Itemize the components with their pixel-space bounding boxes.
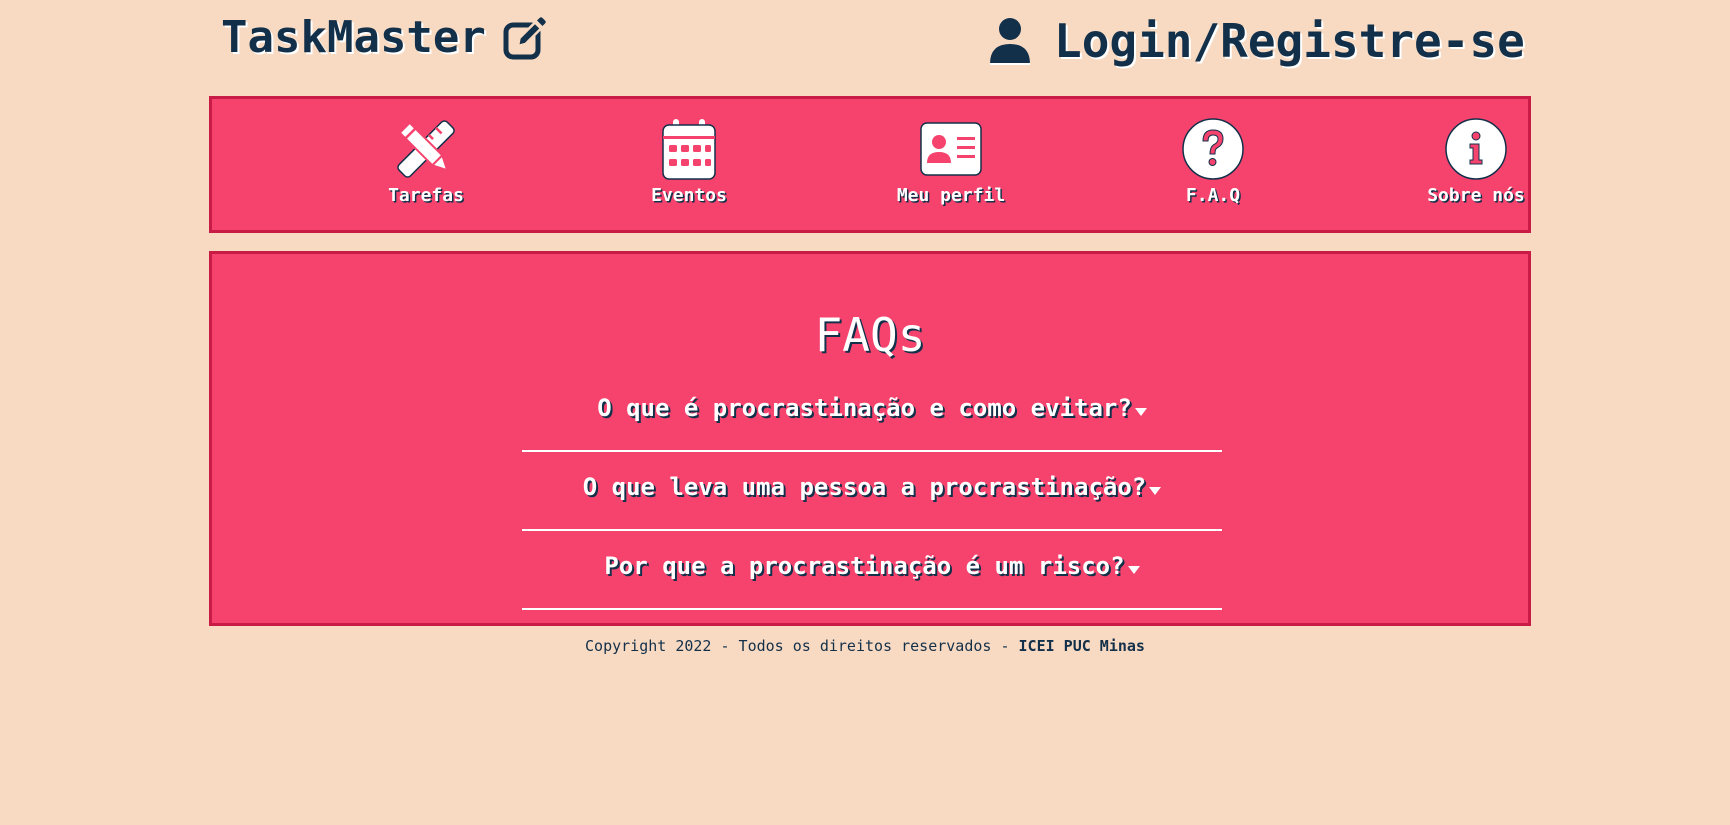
faq-question-1[interactable]: O que é procrastinação e como evitar? — [522, 394, 1222, 452]
user-icon — [990, 18, 1030, 65]
brand-title: TaskMaster — [221, 12, 486, 63]
nav-label-tarefas: Tarefas — [388, 185, 464, 206]
faq-title: FAQs — [814, 308, 926, 362]
footer: Copyright 2022 - Todos os direitos reser… — [0, 637, 1730, 655]
footer-copyright: Copyright 2022 - Todos os direitos reser… — [585, 637, 1019, 655]
login-register-link[interactable]: Login/Registre-se — [988, 14, 1525, 68]
faq-question-3[interactable]: Por que a procrastinação é um risco? — [522, 552, 1222, 610]
caret-down-icon — [1127, 566, 1140, 574]
caret-down-icon — [1134, 408, 1147, 416]
id-card-icon — [920, 122, 982, 176]
top-bar: TaskMaster Login/Registre-se — [0, 0, 1730, 90]
faq-question-text: O que leva uma pessoa a procrastinação? — [582, 473, 1147, 501]
faq-panel: FAQs O que é procrastinação e como evita… — [209, 251, 1531, 626]
faq-question-text: Por que a procrastinação é um risco? — [604, 552, 1125, 580]
edit-icon — [503, 16, 546, 59]
nav-item-meu-perfil[interactable]: Meu perfil — [871, 117, 1031, 206]
question-circle-icon — [1182, 118, 1244, 180]
nav-item-tarefas[interactable]: Tarefas — [346, 117, 506, 206]
login-label: Login/Registre-se — [1054, 14, 1525, 68]
info-circle-icon — [1445, 118, 1507, 180]
nav-label-sobre-nos: Sobre nós — [1427, 185, 1525, 206]
nav-item-faq[interactable]: F.A.Q — [1133, 117, 1293, 206]
calendar-icon — [662, 119, 716, 180]
pencil-ruler-icon — [397, 120, 455, 178]
faq-question-2[interactable]: O que leva uma pessoa a procrastinação? — [522, 473, 1222, 531]
caret-down-icon — [1149, 487, 1162, 495]
main-nav: Tarefas Eventos Meu perfil F.A.Q Sobre n… — [209, 96, 1531, 233]
nav-label-meu-perfil: Meu perfil — [896, 185, 1006, 206]
faq-question-text: O que é procrastinação e como evitar? — [597, 394, 1132, 422]
brand-link[interactable]: TaskMaster — [221, 12, 546, 63]
nav-label-faq: F.A.Q — [1185, 185, 1241, 206]
footer-org: ICEI PUC Minas — [1018, 637, 1145, 655]
nav-label-eventos: Eventos — [651, 185, 727, 206]
nav-item-eventos[interactable]: Eventos — [609, 117, 769, 206]
nav-item-sobre-nos[interactable]: Sobre nós — [1396, 117, 1556, 206]
